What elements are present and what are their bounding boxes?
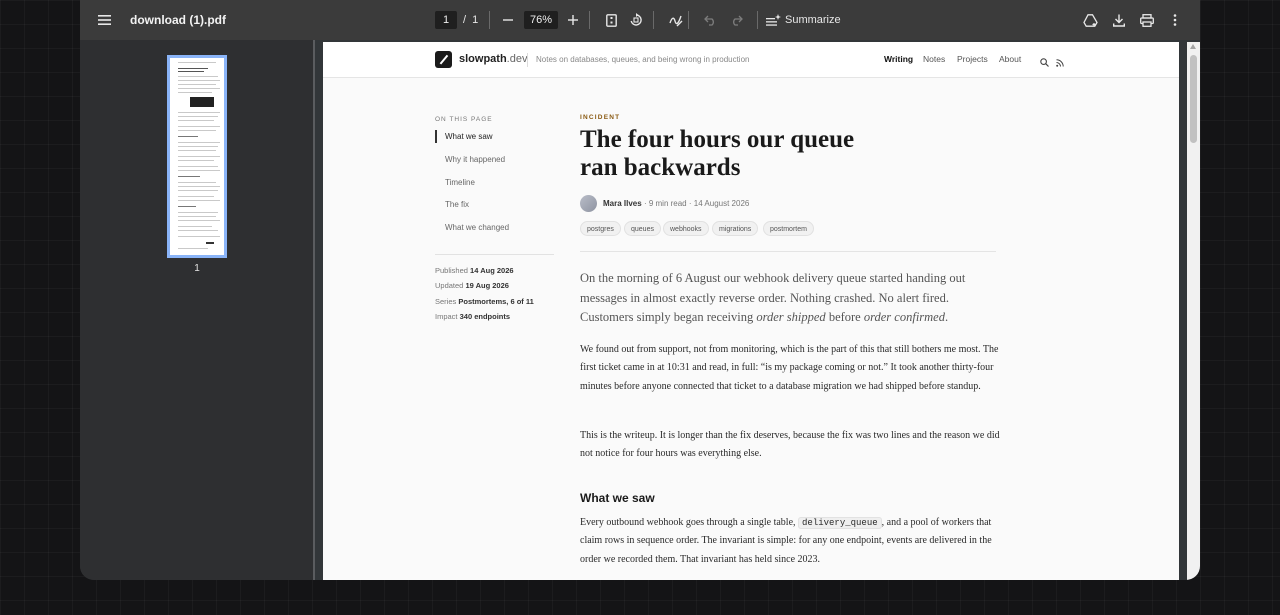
summarize-label: Summarize <box>785 14 841 26</box>
nav-projects[interactable]: Projects <box>957 54 988 64</box>
site-header: slowpath.dev Notes on databases, queues,… <box>323 42 1179 78</box>
toolbar-divider <box>489 11 490 29</box>
page-separator: / <box>463 14 467 26</box>
summarize-icon <box>766 13 781 27</box>
thumbnail-sidebar: 1 <box>80 40 313 580</box>
section-heading-what-we-saw: What we saw <box>580 491 655 505</box>
zoom-out-button[interactable] <box>494 6 522 34</box>
tag-webhooks[interactable]: webhooks <box>663 221 709 236</box>
more-icon[interactable] <box>1161 6 1189 34</box>
brand-divider <box>527 53 528 67</box>
scrollbar-thumb[interactable] <box>1190 55 1197 143</box>
tag-postmortem[interactable]: postmortem <box>763 221 814 236</box>
avatar <box>580 195 597 212</box>
drive-icon[interactable] <box>1076 6 1104 34</box>
zoom-in-button[interactable] <box>559 6 587 34</box>
scroll-up-arrow[interactable] <box>1190 44 1196 49</box>
pdf-viewer-window: download (1).pdf 1 / 1 76% Summarize 1 s… <box>80 0 1200 580</box>
tag-migrations[interactable]: migrations <box>712 221 759 236</box>
toc-item-what-we-saw[interactable]: What we saw <box>435 130 493 143</box>
rss-icon[interactable] <box>1056 54 1064 72</box>
meta-updated: Updated 19 Aug 2026 <box>435 281 509 290</box>
article-lede: On the morning of 6 August our webhook d… <box>580 271 966 324</box>
toc-divider <box>435 254 554 255</box>
search-icon[interactable] <box>1040 54 1049 72</box>
fit-page-icon[interactable] <box>597 6 625 34</box>
print-icon[interactable] <box>1133 6 1161 34</box>
toc-item-the-fix[interactable]: The fix <box>435 198 469 211</box>
download-icon[interactable] <box>1105 6 1133 34</box>
page-number-input[interactable]: 1 <box>435 11 457 29</box>
toolbar-divider <box>688 11 689 29</box>
draw-icon[interactable] <box>662 6 690 34</box>
tag-postgres[interactable]: postgres <box>580 221 621 236</box>
vertical-scrollbar[interactable] <box>1187 42 1200 580</box>
toc-label: ON THIS PAGE <box>435 116 493 123</box>
meta-series: Series Postmortems, 6 of 11 <box>435 297 534 306</box>
article-paragraph: This is the writeup. It is longer than t… <box>580 430 1000 460</box>
thumbnail-page-number: 1 <box>194 263 200 274</box>
site-brand[interactable]: slowpath.dev <box>459 53 527 65</box>
page-thumbnail[interactable] <box>167 55 227 258</box>
pdf-page: slowpath.dev Notes on databases, queues,… <box>323 42 1179 580</box>
tag-queues[interactable]: queues <box>624 221 661 236</box>
redo-icon[interactable] <box>722 6 750 34</box>
menu-icon[interactable] <box>91 6 119 34</box>
toc-item-timeline[interactable]: Timeline <box>435 176 475 189</box>
toolbar-divider <box>757 11 758 29</box>
article-divider <box>580 251 996 252</box>
toolbar: download (1).pdf 1 / 1 76% Summarize <box>80 0 1200 40</box>
rotate-icon[interactable] <box>622 6 650 34</box>
nav-notes[interactable]: Notes <box>923 54 945 64</box>
site-tagline: Notes on databases, queues, and being wr… <box>536 55 750 64</box>
meta-published: Published 14 Aug 2026 <box>435 266 514 275</box>
total-pages: 1 <box>472 14 479 26</box>
nav-about[interactable]: About <box>999 54 1021 64</box>
author-name[interactable]: Mara Ilves <box>603 199 642 208</box>
article-title: The four hours our queue ran backwards <box>580 126 855 181</box>
article-kicker: INCIDENT <box>580 114 621 121</box>
document-viewport: slowpath.dev Notes on databases, queues,… <box>315 40 1200 580</box>
toolbar-divider <box>653 11 654 29</box>
toolbar-divider <box>589 11 590 29</box>
undo-icon[interactable] <box>696 6 724 34</box>
nav-writing[interactable]: Writing <box>884 54 913 64</box>
article-byline: Mara Ilves · 9 min read · 14 August 2026 <box>603 199 750 208</box>
site-logo[interactable] <box>435 51 452 68</box>
toc-item-why-it-happened[interactable]: Why it happened <box>435 153 505 166</box>
summarize-button[interactable]: Summarize <box>766 0 841 40</box>
document-title: download (1).pdf <box>130 13 226 27</box>
meta-impact: Impact 340 endpoints <box>435 312 511 321</box>
article-paragraph: We found out from support, not from moni… <box>580 344 999 392</box>
zoom-input[interactable]: 76% <box>524 11 558 29</box>
article-paragraph: Every outbound webhook goes through a si… <box>580 517 992 565</box>
toc-item-what-we-changed[interactable]: What we changed <box>435 221 509 234</box>
inline-code: delivery_queue <box>798 517 882 529</box>
